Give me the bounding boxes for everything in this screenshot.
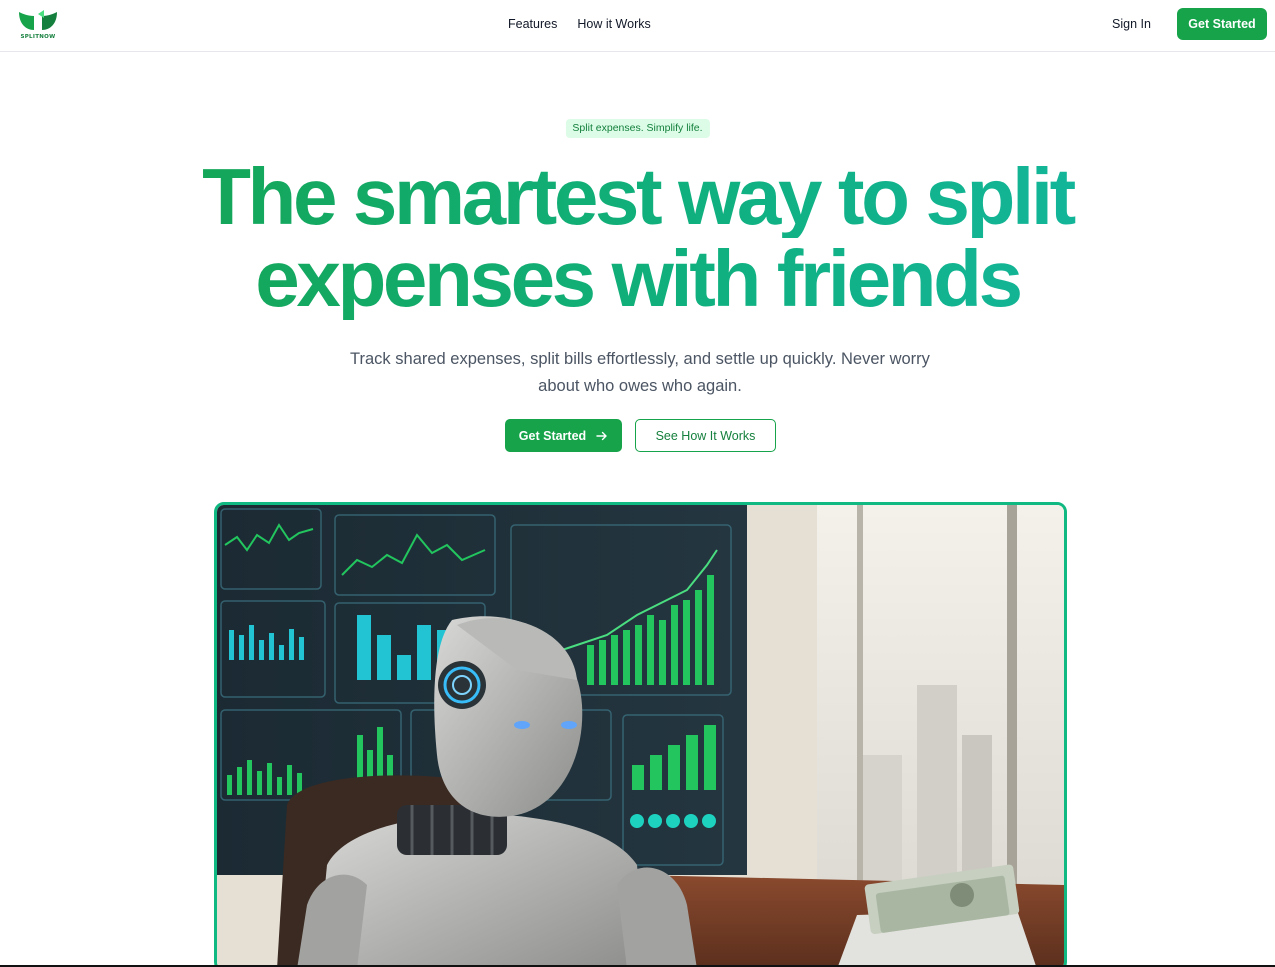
hero-subtitle: Track shared expenses, split bills effor… [350, 350, 930, 395]
headline-line-2: expenses with friends [0, 238, 1275, 320]
hero-get-started-label: Get Started [518, 428, 587, 443]
top-navbar: SPLITNOW Features How it Works Sign In G… [0, 0, 1275, 52]
nav-link-features[interactable]: Features [508, 17, 557, 31]
logo-wordmark: SPLITNOW [20, 34, 56, 40]
hero-headline: The smartest way to split expenses with … [0, 156, 1275, 320]
main-nav: Features How it Works [508, 17, 651, 31]
splitnow-logo[interactable]: SPLITNOW [16, 8, 60, 42]
header-get-started-button[interactable]: Get Started [1177, 8, 1267, 40]
hero-image [214, 502, 1067, 967]
landing-page: SPLITNOW Features How it Works Sign In G… [0, 0, 1275, 967]
robot-finance-illustration [217, 505, 1064, 967]
sign-in-link[interactable]: Sign In [1112, 17, 1151, 31]
see-how-it-works-button[interactable]: See How It Works [635, 419, 776, 452]
hero-get-started-button[interactable]: Get Started [505, 419, 622, 452]
arrow-right-icon [596, 431, 607, 440]
headline-line-1: The smartest way to split [0, 156, 1275, 238]
nav-link-how-it-works[interactable]: How it Works [577, 17, 650, 31]
logo-leaf-icon [19, 10, 57, 30]
tagline-badge: Split expenses. Simplify life. [565, 119, 710, 138]
